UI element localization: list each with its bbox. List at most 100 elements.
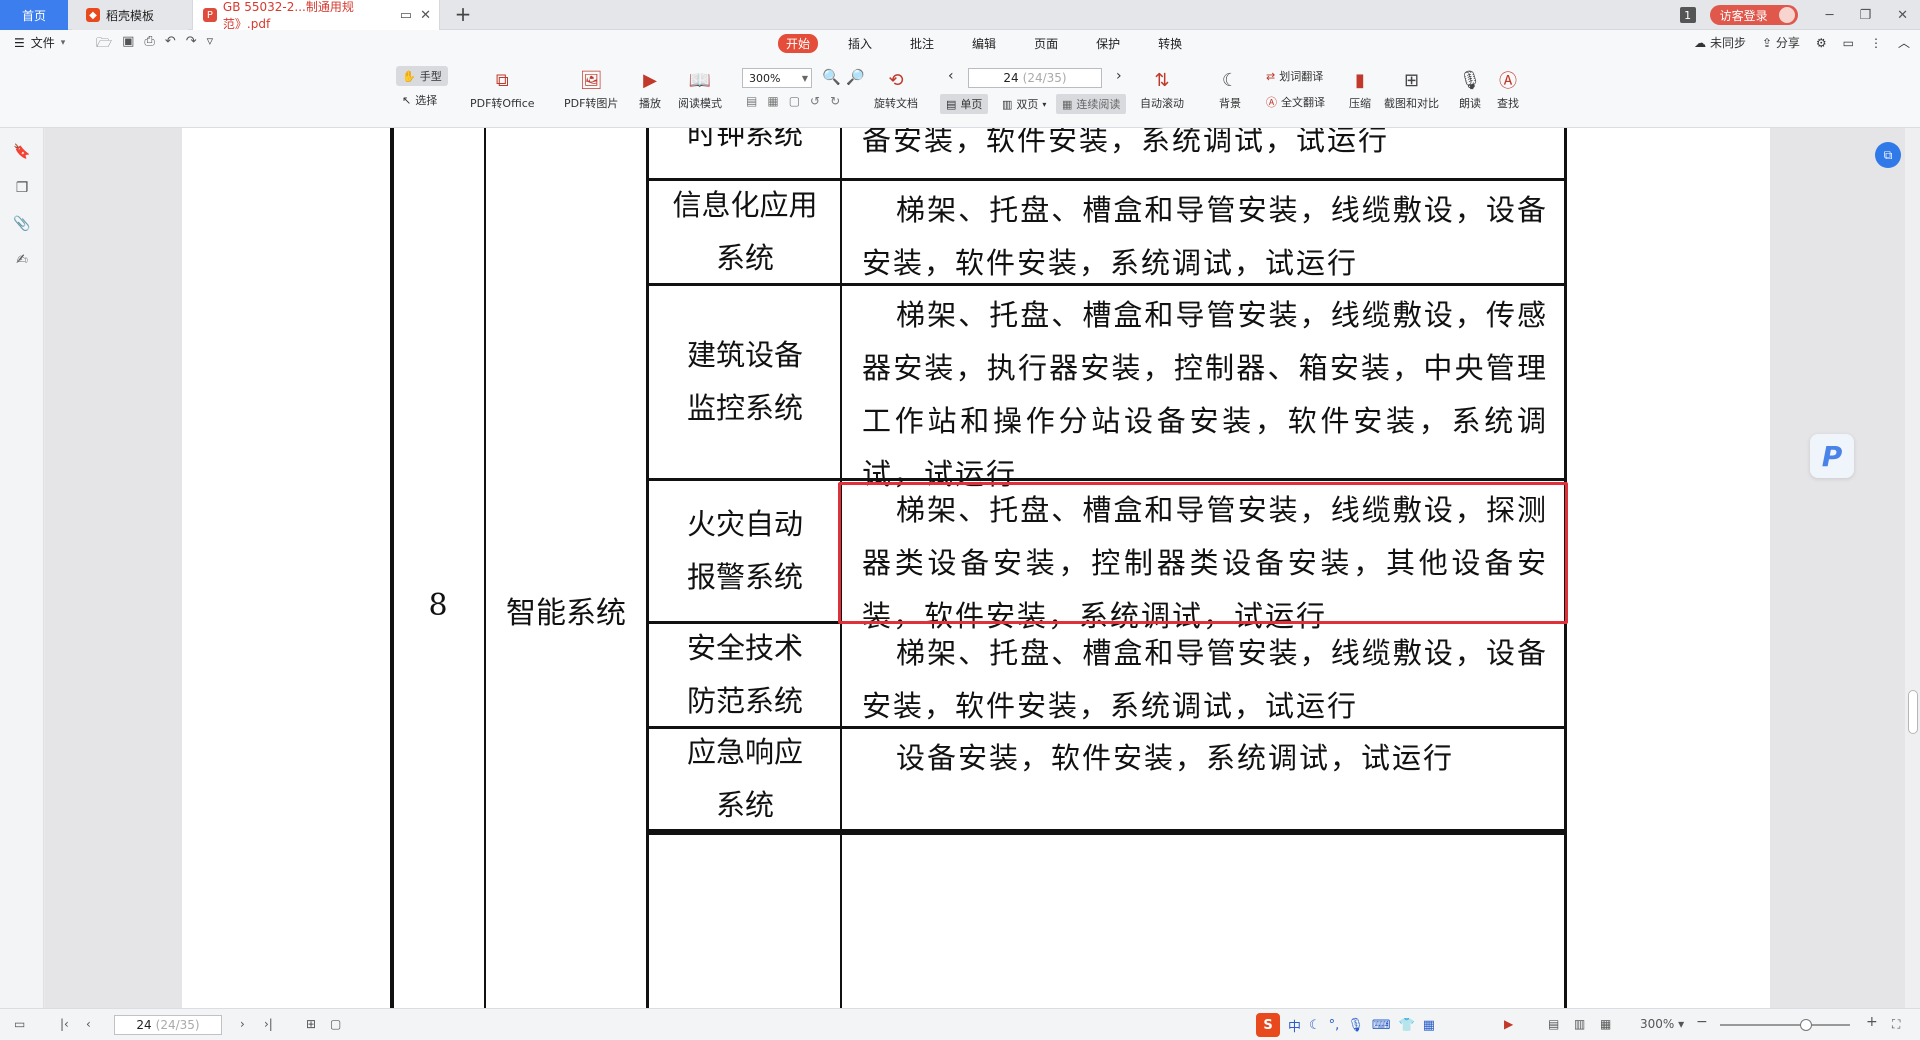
double-page-icon[interactable]: ▥ <box>1574 1017 1585 1031</box>
next-page-icon[interactable]: › <box>1116 68 1122 84</box>
play-button[interactable]: ▶ 播放 <box>638 68 662 111</box>
comment-icon[interactable]: ▭ <box>1843 36 1854 50</box>
continuous-read-button[interactable]: ▦ 连续阅读 <box>1056 94 1127 114</box>
single-page-button[interactable]: ▤ 单页 <box>940 94 989 114</box>
screenshot-compare-button[interactable]: ⊞ 截图和对比 <box>1384 68 1439 111</box>
menu-tab-1[interactable]: 插入 <box>840 34 880 53</box>
tab-template[interactable]: ◆ 稻壳模板 <box>72 0 188 30</box>
new-tab-button[interactable]: + <box>452 4 474 26</box>
zoom-select[interactable]: 300% ▼ <box>742 68 812 88</box>
first-page-icon[interactable]: |‹ <box>60 1017 69 1031</box>
fit-page-icon[interactable]: ▦ <box>767 94 778 108</box>
full-translate-button[interactable]: Ⓐ 全文翻译 <box>1266 94 1325 110</box>
zoom-in-icon[interactable]: 🔎 <box>846 68 865 86</box>
tab-home[interactable]: 首页 <box>0 0 68 30</box>
highlight-annotation-box[interactable] <box>838 482 1568 624</box>
attachment-icon[interactable]: 📎 <box>0 206 44 242</box>
tab-close-icon[interactable]: ✕ <box>420 8 431 23</box>
page-number-input[interactable]: 24 (24/35) <box>968 68 1102 88</box>
zoom-out-icon[interactable]: − <box>1696 1014 1708 1030</box>
zoom-slider[interactable] <box>1720 1019 1850 1031</box>
hand-tool-button[interactable]: ✋ 手型 <box>396 66 448 86</box>
read-mode-button[interactable]: 📖 阅读模式 <box>678 68 722 111</box>
signature-icon[interactable]: ✍ <box>0 242 44 278</box>
fullscreen-icon[interactable]: ⛶ <box>1892 1017 1900 1032</box>
minimize-icon[interactable]: ─ <box>1826 8 1834 23</box>
floating-tool-icon[interactable]: ⧉ <box>1875 142 1901 168</box>
punctuation-icon[interactable]: °, <box>1329 1018 1340 1033</box>
rotate-document-button[interactable]: ⟲ 旋转文档 <box>874 68 918 111</box>
tab-pdf-label: GB 55032-2...制通用规范》.pdf <box>222 0 354 31</box>
double-page-button[interactable]: ▥ 双页 ▾ <box>996 94 1052 114</box>
status-page-input[interactable]: 24 (24/35) <box>114 1015 222 1035</box>
collapse-ribbon-icon[interactable]: ︿ <box>1898 34 1910 51</box>
menu-tab-6[interactable]: 转换 <box>1150 34 1190 53</box>
compress-button[interactable]: ▮ 压缩 <box>1348 68 1372 111</box>
bookmark-icon[interactable]: 🔖 <box>0 134 44 170</box>
sogou-logo-icon[interactable]: S <box>1256 1013 1280 1037</box>
read-aloud-button[interactable]: 🎙 朗读 <box>1458 68 1482 111</box>
work-content-text: 备安装，软件安装，系统调试，试运行 <box>862 128 1390 157</box>
customize-icon[interactable]: ▿ <box>207 34 214 56</box>
keyboard-icon[interactable]: ⌨ <box>1372 1018 1391 1033</box>
actual-size-icon[interactable]: ▢ <box>789 94 800 108</box>
fit-width-icon[interactable]: ▤ <box>746 94 757 108</box>
menu-tab-4[interactable]: 页面 <box>1026 34 1066 53</box>
next-page-icon[interactable]: › <box>240 1017 245 1031</box>
undo-icon[interactable]: ↶ <box>165 34 176 56</box>
zoom-slider-knob[interactable] <box>1800 1019 1812 1031</box>
guest-login-button[interactable]: 访客登录 <box>1709 5 1798 25</box>
toolbox-icon[interactable]: ▦ <box>1423 1018 1435 1033</box>
open-folder-icon[interactable]: 🗁 <box>96 34 112 56</box>
tab-popout-icon[interactable]: ▭ <box>400 8 412 23</box>
single-page-icon[interactable]: ▤ <box>1548 1017 1559 1031</box>
export-page-icon[interactable]: ▢ <box>330 1017 341 1031</box>
select-tool-button[interactable]: ↖ 选择 <box>402 92 437 108</box>
moon-icon[interactable]: ☾ <box>1309 1018 1321 1033</box>
auto-scroll-button[interactable]: ⇅ 自动滚动 <box>1140 68 1184 111</box>
spec-table: 8 智能系统 时钟系统 备安装，软件安装，系统调试，试运行 信息化应用 系统 梯架、托盘… <box>390 128 1570 1008</box>
pdf-to-image-button[interactable]: 🖼 PDF转图片 <box>564 68 618 111</box>
zoom-in-icon[interactable]: + <box>1866 1014 1878 1030</box>
vertical-scrollbar[interactable] <box>1905 128 1920 1008</box>
save-icon[interactable]: ▣ <box>122 34 134 56</box>
status-zoom-select[interactable]: 300% ▾ <box>1640 1017 1684 1031</box>
restore-icon[interactable]: ❐ <box>1859 8 1871 23</box>
pdf-assistant-icon[interactable]: P <box>1810 434 1854 478</box>
sidebar-toggle-icon[interactable]: ▭ <box>14 1017 25 1031</box>
microphone-icon[interactable]: 🎙 <box>1347 1018 1364 1033</box>
play-icon[interactable]: ▶ <box>1504 1017 1513 1031</box>
menu-tab-5[interactable]: 保护 <box>1088 34 1128 53</box>
menu-tab-0[interactable]: 开始 <box>778 34 819 53</box>
background-button[interactable]: ☾ 背景 <box>1218 68 1242 111</box>
menu-tab-3[interactable]: 编辑 <box>964 34 1004 53</box>
book-view-icon[interactable]: ▦ <box>1600 1017 1611 1031</box>
prev-page-icon[interactable]: ‹ <box>948 68 954 84</box>
rotate-right-icon[interactable]: ↻ <box>830 94 840 108</box>
status-zoom-value: 300% <box>1640 1017 1675 1031</box>
menu-tab-2[interactable]: 批注 <box>902 34 942 53</box>
scrollbar-thumb[interactable] <box>1908 690 1918 734</box>
prev-page-icon[interactable]: ‹ <box>86 1017 91 1031</box>
word-translate-button[interactable]: ⇄ 划词翻译 <box>1266 68 1323 84</box>
close-window-icon[interactable]: ✕ <box>1897 8 1908 23</box>
thumbnail-icon[interactable]: ❐ <box>0 170 44 206</box>
print-icon[interactable]: ⎙ <box>144 34 154 56</box>
settings-icon[interactable]: ⚙ <box>1816 36 1827 50</box>
zoom-out-icon[interactable]: 🔍 <box>822 68 841 86</box>
file-menu[interactable]: ☰ 文件 ▾ <box>14 34 65 51</box>
rotate-left-icon[interactable]: ↺ <box>810 94 820 108</box>
last-page-icon[interactable]: ›| <box>264 1017 273 1031</box>
skin-icon[interactable]: 👕 <box>1399 1018 1415 1033</box>
insert-page-icon[interactable]: ⊞ <box>306 1017 316 1031</box>
ime-mode[interactable]: 中 <box>1288 1016 1301 1035</box>
redo-icon[interactable]: ↷ <box>186 34 197 56</box>
find-button[interactable]: Ⓐ 查找 <box>1496 68 1520 111</box>
pdf-to-office-button[interactable]: ⧉ PDF转Office <box>470 68 535 111</box>
window-count-badge[interactable]: 1 <box>1679 7 1696 23</box>
more-icon[interactable]: ⋮ <box>1870 36 1882 50</box>
share-button[interactable]: ⇪ 分享 <box>1762 34 1800 51</box>
document-viewport[interactable]: 8 智能系统 时钟系统 备安装，软件安装，系统调试，试运行 信息化应用 系统 梯架、托盘… <box>45 128 1905 1008</box>
sync-status[interactable]: ☁ 未同步 <box>1694 34 1746 51</box>
tab-pdf-document[interactable]: P GB 55032-2...制通用规范》.pdf ▭ ✕ <box>192 0 440 31</box>
